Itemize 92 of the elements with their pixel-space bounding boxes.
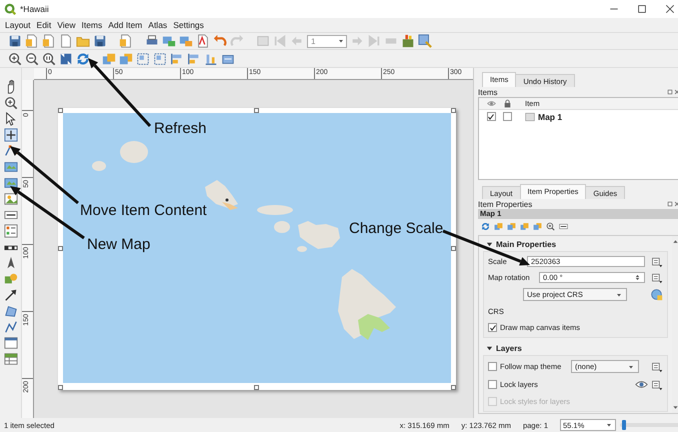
document-icon[interactable]	[25, 34, 39, 48]
add-picture-icon[interactable]	[4, 192, 18, 206]
zoom-icon[interactable]	[546, 222, 555, 230]
zoom-full-icon[interactable]	[59, 52, 73, 66]
checkbox[interactable]	[502, 112, 512, 121]
window-title: *Hawaii	[20, 4, 50, 14]
document-icon[interactable]	[42, 34, 56, 48]
group-title[interactable]: Main Properties	[496, 240, 556, 249]
save-icon[interactable]	[93, 34, 107, 48]
maximize-icon[interactable]	[636, 3, 648, 15]
image-icon[interactable]	[162, 34, 176, 48]
selection-handle[interactable]	[451, 108, 456, 113]
expanded-icon[interactable]	[486, 241, 493, 248]
caret-icon	[337, 37, 345, 45]
pdf-icon[interactable]	[196, 34, 210, 48]
lower-icon[interactable]	[119, 52, 133, 66]
data-defined-icon[interactable]	[651, 256, 663, 268]
checkbox[interactable]	[488, 380, 497, 389]
align-icon[interactable]	[187, 52, 201, 66]
menu-item[interactable]: Items	[78, 20, 106, 30]
annotation-label: Change Scale	[349, 221, 444, 237]
add-table-icon[interactable]	[4, 352, 18, 366]
group-icon[interactable]	[136, 52, 150, 66]
selection-handle[interactable]	[58, 108, 63, 113]
add-map-icon[interactable]	[4, 176, 18, 190]
menu-item[interactable]: Edit	[34, 20, 54, 30]
align-icon[interactable]	[170, 52, 184, 66]
scroll-up-icon[interactable]	[672, 238, 678, 245]
map-item-icon	[525, 112, 535, 122]
page-field[interactable]: 1	[307, 34, 347, 48]
checkbox[interactable]	[488, 323, 497, 332]
selection-handle[interactable]	[254, 108, 259, 113]
menu-item[interactable]: Layout	[2, 20, 34, 30]
item-name[interactable]: Map 1	[538, 112, 562, 122]
raise-icon[interactable]	[494, 222, 503, 230]
arrow	[10, 146, 79, 204]
menu-item[interactable]: Add Item	[105, 20, 146, 30]
panel-title: Items	[478, 88, 498, 96]
selection-handle[interactable]	[58, 385, 63, 390]
group-icon[interactable]	[153, 52, 167, 66]
zoom-in-icon[interactable]	[8, 52, 22, 66]
image-icon[interactable]	[179, 34, 193, 48]
lock-icon	[502, 99, 512, 108]
add-label-icon[interactable]	[4, 208, 18, 222]
refresh-icon[interactable]	[76, 52, 90, 66]
zoom-actual-icon[interactable]	[42, 52, 56, 66]
add-legend-icon[interactable]	[4, 224, 18, 238]
selection-handle[interactable]	[254, 385, 259, 390]
move-content-icon[interactable]	[4, 128, 18, 142]
add-arrow-icon[interactable]	[4, 288, 18, 302]
checkmark-icon	[487, 112, 495, 120]
selection-handle[interactable]	[58, 246, 63, 251]
document-icon[interactable]	[119, 34, 133, 48]
menu-item[interactable]: Settings	[170, 20, 207, 30]
select-icon[interactable]	[4, 112, 18, 126]
annotation-label: Refresh	[154, 121, 207, 137]
expanded-icon[interactable]	[486, 345, 493, 352]
add-polyline-icon[interactable]	[4, 320, 18, 334]
checkmark-icon	[488, 324, 496, 332]
distribute-icon[interactable]	[204, 52, 218, 66]
selection-handle[interactable]	[451, 385, 456, 390]
raise-icon[interactable]	[520, 222, 529, 230]
float-icon[interactable]	[667, 201, 673, 207]
app-logo-icon	[4, 3, 16, 15]
scroll-down-icon[interactable]	[672, 404, 678, 411]
panel-title: Item Properties	[478, 200, 532, 208]
checkbox[interactable]	[488, 362, 497, 371]
selection-handle[interactable]	[451, 246, 456, 251]
undo-icon[interactable]	[213, 34, 227, 48]
menu-item[interactable]: View	[54, 20, 78, 30]
save-icon[interactable]	[8, 34, 22, 48]
slider-thumb[interactable]	[622, 420, 626, 430]
add-polygon-icon[interactable]	[4, 304, 18, 318]
add-html-icon[interactable]	[4, 336, 18, 350]
zoom-out-icon[interactable]	[25, 52, 39, 66]
float-icon[interactable]	[667, 89, 673, 95]
caret-icon	[605, 421, 613, 429]
close-icon[interactable]	[664, 3, 676, 15]
crs-icon[interactable]	[650, 288, 663, 301]
zoom-icon[interactable]	[4, 96, 18, 110]
menu-item[interactable]: Atlas	[145, 20, 170, 30]
data-defined-icon[interactable]	[651, 360, 663, 372]
group-title[interactable]: Layers	[496, 344, 522, 353]
spinner-icon[interactable]	[634, 274, 641, 281]
annotation-label: Move Item Content	[80, 203, 207, 219]
lower-icon[interactable]	[507, 222, 516, 230]
arrow	[88, 58, 152, 128]
data-defined-icon[interactable]	[651, 272, 663, 284]
data-defined-icon[interactable]	[651, 378, 663, 390]
lower-icon[interactable]	[533, 222, 542, 230]
checkbox[interactable]	[486, 112, 496, 121]
annotation-label: New Map	[87, 237, 150, 253]
